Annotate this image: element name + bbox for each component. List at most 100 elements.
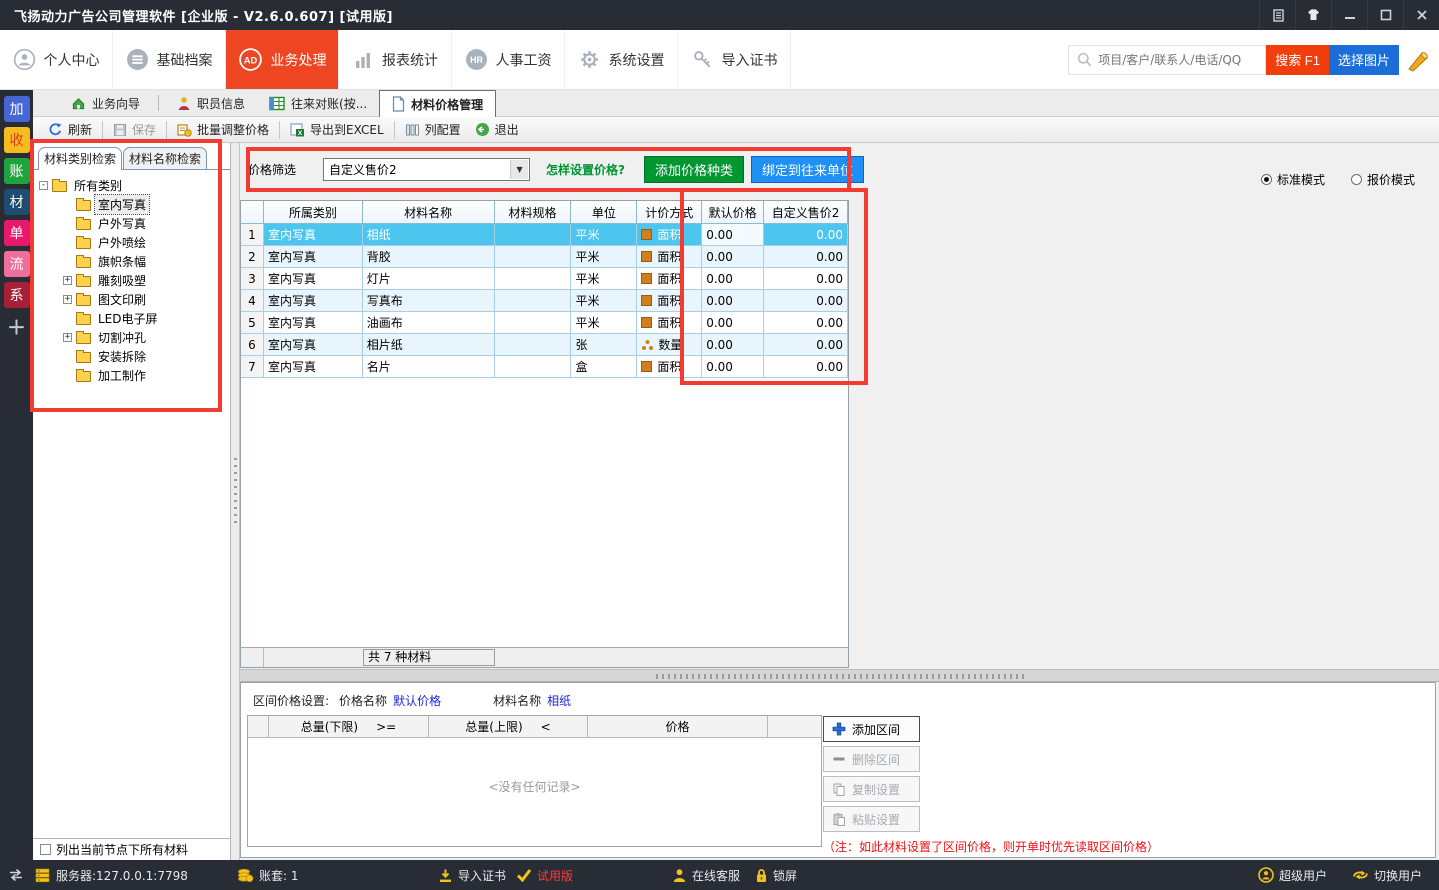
grid-cell-unit[interactable]: 平米 [571,268,637,290]
toolbar-5[interactable]: 列配置 [398,118,468,142]
grid-cell-name[interactable]: 灯片 [363,268,495,290]
grid-cell-name[interactable]: 名片 [363,356,495,378]
tree-node-label[interactable]: 所有类别 [71,176,125,195]
rail-item-2[interactable]: 收 [4,127,30,153]
grid-row-7[interactable]: 7室内写真名片盒面积0.000.00 [241,356,848,378]
radio-icon[interactable] [1351,174,1362,185]
horn-icon[interactable] [1405,47,1431,73]
grid-cell-category[interactable]: 室内写真 [264,290,363,312]
collapse-icon[interactable]: - [39,181,48,190]
grid-row-2[interactable]: 2室内写真背胶平米面积0.000.00 [241,246,848,268]
grid-cell-name[interactable]: 背胶 [363,246,495,268]
toolbar-4[interactable]: X导出到EXCEL [283,118,391,142]
window-maximize-button[interactable] [1367,0,1403,30]
grid-cell-pricing[interactable]: 面积 [637,290,702,312]
bind-to-unit-button[interactable]: 绑定到往来单位 [751,156,864,183]
search-input[interactable] [1098,53,1258,67]
toolbar-1[interactable]: 刷新 [41,118,99,142]
tree-node-label[interactable]: 旗帜条幅 [95,252,149,271]
vertical-splitter[interactable] [231,143,240,860]
expand-icon[interactable]: + [63,295,72,304]
tab-4[interactable]: 材料价格管理 [379,90,496,117]
tab-3[interactable]: 往来对账(按... [257,91,379,116]
grid-cell-category[interactable]: 室内写真 [264,334,363,356]
grid-header-cell[interactable]: 材料规格 [495,201,572,224]
rail-item-6[interactable]: 流 [4,251,30,277]
tree-row[interactable]: 室内写真 [35,195,228,214]
grid-cell-pricing[interactable]: 面积 [637,224,702,246]
nav-item-7[interactable]: 导入证书 [678,30,791,89]
expand-icon[interactable]: + [63,333,72,342]
nav-item-3[interactable]: AD业务处理 [226,30,339,89]
nav-item-5[interactable]: HR人事工资 [452,30,565,89]
tree-row[interactable]: LED电子屏 [35,309,228,328]
grid-cell-default_price[interactable]: 0.00 [702,356,764,378]
grid-cell-category[interactable]: 室内写真 [264,246,363,268]
toolbar-3[interactable]: 批量调整价格 [170,118,276,142]
grid-cell-default_price[interactable]: 0.00 [702,224,764,246]
grid-cell-unit[interactable]: 平米 [571,224,637,246]
grid-cell-custom_price[interactable]: 0.00 [764,224,848,246]
rail-item-3[interactable]: 账 [4,158,30,184]
tree-row[interactable]: + 切割冲孔 [35,328,228,347]
grid-cell-pricing[interactable]: 面积 [637,246,702,268]
select-image-button[interactable]: 选择图片 [1329,45,1399,75]
search-button[interactable]: 搜索 F1 [1266,45,1329,75]
nav-item-4[interactable]: 报表统计 [339,30,452,89]
grid-cell-spec[interactable] [495,356,572,378]
range-header-cell[interactable]: 总量(上限)< [429,716,588,738]
grid-cell-custom_price[interactable]: 0.00 [764,290,848,312]
tree-node-label[interactable]: 室内写真 [95,195,149,214]
grid-cell-category[interactable]: 室内写真 [264,312,363,334]
status-left-6[interactable]: 在线客服 [672,860,740,890]
grid-row-3[interactable]: 3室内写真灯片平米面积0.000.00 [241,268,848,290]
grid-cell-pricing[interactable]: 面积 [637,312,702,334]
grid-cell-num[interactable]: 5 [241,312,264,334]
rail-item-4[interactable]: 材 [4,189,30,215]
grid-header-cell[interactable]: 材料名称 [363,201,495,224]
grid-cell-default_price[interactable]: 0.00 [702,268,764,290]
grid-cell-unit[interactable]: 平米 [571,312,637,334]
grid-header-cell[interactable]: 所属类别 [264,201,363,224]
tree-node-label[interactable]: 户外喷绘 [95,233,149,252]
grid-row-1[interactable]: 1室内写真相纸平米面积0.000.00 [241,224,848,246]
grid-cell-unit[interactable]: 盒 [571,356,637,378]
grid-cell-category[interactable]: 室内写真 [264,224,363,246]
grid-cell-spec[interactable] [495,290,572,312]
rail-item-7[interactable]: 系 [4,282,30,308]
expand-icon[interactable]: + [63,276,72,285]
window-close-button[interactable] [1403,0,1439,30]
tree-node-label[interactable]: 图文印刷 [95,290,149,309]
horizontal-splitter[interactable] [240,669,1439,682]
mode-radio-1[interactable]: 标准模式 [1261,171,1325,188]
grid-cell-unit[interactable]: 平米 [571,246,637,268]
window-skin-button[interactable] [1295,0,1331,30]
grid-header-cell[interactable]: 默认价格 [702,201,764,224]
grid-cell-name[interactable]: 相片纸 [363,334,495,356]
tree-row[interactable]: 户外喷绘 [35,233,228,252]
add-price-type-button[interactable]: 添加价格种类 [644,156,744,183]
status-right-1[interactable]: 超级用户 [1258,860,1327,890]
grid-cell-custom_price[interactable]: 0.00 [764,356,848,378]
grid-cell-spec[interactable] [495,334,572,356]
window-minimize-button[interactable] [1331,0,1367,30]
grid-cell-num[interactable]: 1 [241,224,264,246]
grid-cell-default_price[interactable]: 0.00 [702,290,764,312]
price-name-value[interactable]: 默认价格 [393,692,441,709]
grid-cell-name[interactable]: 油画布 [363,312,495,334]
grid-cell-spec[interactable] [495,312,572,334]
window-notes-button[interactable] [1259,0,1295,30]
tree-row[interactable]: + 图文印刷 [35,290,228,309]
list-all-materials-checkbox[interactable] [40,844,51,855]
tree-row[interactable]: 加工制作 [35,366,228,385]
tree-node-label[interactable]: 切割冲孔 [95,328,149,347]
rail-item-5[interactable]: 单 [4,220,30,246]
grid-cell-pricing[interactable]: 面积 [637,268,702,290]
grid-cell-name[interactable]: 写真布 [363,290,495,312]
tree-node-label[interactable]: 户外写真 [95,214,149,233]
radio-icon[interactable] [1261,174,1272,185]
tree-row[interactable]: - 所有类别 [35,176,228,195]
grid-cell-spec[interactable] [495,268,572,290]
grid-cell-spec[interactable] [495,224,572,246]
grid-cell-pricing[interactable]: 面积 [637,356,702,378]
